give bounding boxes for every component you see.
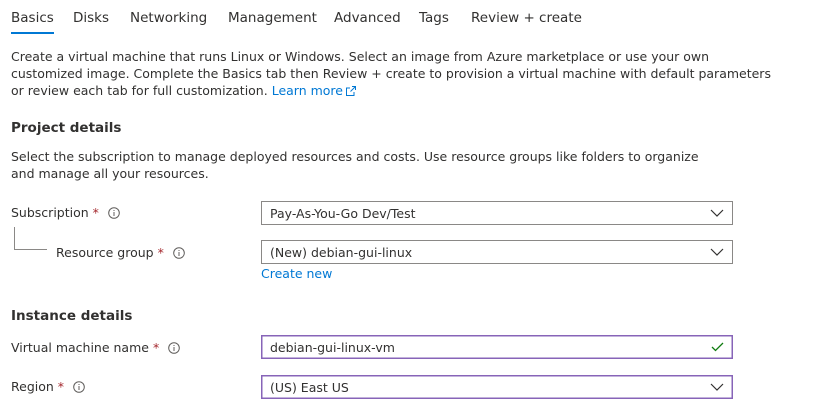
tab-bar: Basics Disks Networking Management Advan… [11, 0, 831, 38]
info-icon[interactable] [168, 341, 181, 354]
tree-connector-horizontal [14, 249, 47, 250]
info-icon[interactable] [73, 380, 85, 393]
tab-advanced[interactable]: Advanced [334, 10, 401, 26]
subscription-label: Subscription * [11, 205, 120, 220]
required-marker: * [92, 205, 99, 220]
tab-basics[interactable]: Basics [11, 10, 54, 34]
intro-text: Create a virtual machine that runs Linux… [11, 49, 771, 98]
subscription-dropdown[interactable]: Pay-As-You-Go Dev/Test [261, 201, 733, 225]
project-details-heading: Project details [11, 120, 122, 136]
vm-name-value: debian-gui-linux-vm [270, 339, 395, 355]
checkmark-icon [711, 342, 723, 352]
chevron-down-icon [710, 383, 724, 391]
chevron-down-icon [710, 248, 724, 256]
learn-more-link[interactable]: Learn more [272, 83, 356, 98]
tree-connector-vertical [14, 227, 15, 249]
external-link-icon [346, 86, 356, 96]
subscription-value: Pay-As-You-Go Dev/Test [270, 205, 416, 221]
vm-name-label: Virtual machine name * [11, 340, 181, 355]
resource-group-dropdown[interactable]: (New) debian-gui-linux [261, 240, 733, 264]
region-label: Region * [11, 379, 85, 394]
tab-networking[interactable]: Networking [130, 10, 207, 26]
required-marker: * [152, 340, 160, 355]
resource-group-label: Resource group * [56, 245, 185, 260]
required-marker: * [57, 379, 65, 394]
tab-management[interactable]: Management [228, 10, 317, 26]
region-dropdown[interactable]: (US) East US [261, 375, 733, 399]
required-marker: * [157, 245, 164, 260]
region-value: (US) East US [270, 379, 349, 395]
info-icon[interactable] [173, 246, 185, 259]
tab-disks[interactable]: Disks [73, 10, 109, 26]
info-icon[interactable] [108, 206, 120, 219]
create-new-resource-group-link[interactable]: Create new [261, 266, 332, 281]
chevron-down-icon [710, 209, 724, 217]
project-details-description: Select the subscription to manage deploy… [11, 149, 699, 181]
tab-review-create[interactable]: Review + create [471, 10, 582, 26]
vm-name-input[interactable]: debian-gui-linux-vm [261, 335, 733, 359]
resource-group-value: (New) debian-gui-linux [270, 244, 413, 260]
intro-description: Create a virtual machine that runs Linux… [11, 48, 771, 99]
instance-details-heading: Instance details [11, 308, 133, 324]
tab-tags[interactable]: Tags [419, 10, 449, 26]
